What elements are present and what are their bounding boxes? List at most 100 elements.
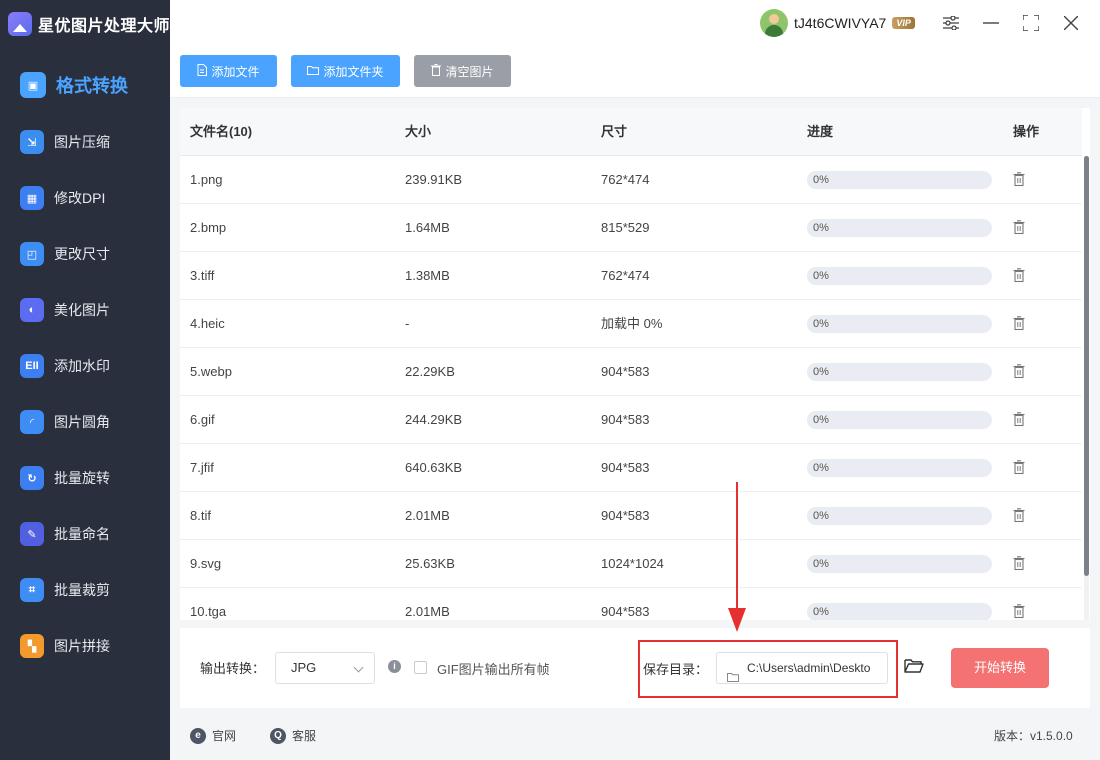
browse-folder-icon[interactable] bbox=[904, 658, 924, 677]
cell-dimensions: 904*583 bbox=[601, 604, 650, 619]
progress-text: 0% bbox=[813, 606, 829, 618]
add-folder-button[interactable]: 添加文件夹 bbox=[291, 55, 400, 87]
minimize-icon[interactable] bbox=[980, 12, 1002, 34]
title-bar: tJ4t6CWIVYA7 VIP bbox=[170, 0, 1100, 48]
sidebar-item-beautify[interactable]: ◐ 美化图片 bbox=[0, 282, 170, 338]
column-header-size: 大小 bbox=[405, 124, 432, 139]
maximize-icon[interactable] bbox=[1020, 12, 1042, 34]
sidebar-item-label: 格式转换 bbox=[56, 76, 128, 96]
folder-icon bbox=[307, 65, 320, 78]
delete-row-icon[interactable] bbox=[1013, 220, 1025, 235]
sidebar-nav: ▣ 格式转换 ⇲ 图片压缩 ▦ 修改DPI ◰ 更改尺寸 ◐ 美化图片 EII 添加水印 ◜ 图片圆角 ↻ 批… bbox=[0, 56, 170, 674]
progress-text: 0% bbox=[813, 318, 829, 330]
start-convert-button[interactable]: 开始转换 bbox=[951, 648, 1049, 688]
column-header-dimensions: 尺寸 bbox=[601, 124, 628, 139]
save-path-input[interactable]: C:\Users\admin\Deskto bbox=[716, 652, 888, 684]
gif-all-frames-checkbox[interactable] bbox=[414, 661, 427, 674]
cell-filename: 5.webp bbox=[190, 364, 232, 379]
sidebar-item-label: 图片圆角 bbox=[54, 414, 110, 430]
progress-bar: 0% bbox=[807, 507, 992, 525]
sidebar-item-label: 图片拼接 bbox=[54, 638, 110, 654]
table-row: 5.webp 22.29KB 904*583 0% bbox=[180, 348, 1082, 396]
version-text: 版本：v1.5.0.0 bbox=[994, 729, 1073, 743]
cell-size: - bbox=[405, 316, 410, 331]
progress-bar: 0% bbox=[807, 315, 992, 333]
sidebar-item-label: 美化图片 bbox=[54, 302, 110, 318]
sidebar-item-label: 批量旋转 bbox=[54, 470, 110, 486]
sidebar-item-label: 修改DPI bbox=[54, 190, 106, 206]
sidebar-item-compress[interactable]: ⇲ 图片压缩 bbox=[0, 114, 170, 170]
sidebar-item-rename[interactable]: ✎ 批量命名 bbox=[0, 506, 170, 562]
table-row: 10.tga 2.01MB 904*583 0% bbox=[180, 588, 1082, 620]
clear-images-button[interactable]: 清空图片 bbox=[414, 55, 511, 87]
delete-row-icon[interactable] bbox=[1013, 508, 1025, 523]
cell-size: 244.29KB bbox=[405, 412, 463, 427]
user-info[interactable]: tJ4t6CWIVYA7 VIP bbox=[760, 9, 915, 37]
table-row: 6.gif 244.29KB 904*583 0% bbox=[180, 396, 1082, 444]
add-folder-label: 添加文件夹 bbox=[323, 64, 384, 79]
compress-icon: ⇲ bbox=[20, 130, 44, 154]
delete-row-icon[interactable] bbox=[1013, 460, 1025, 475]
cell-dimensions: 762*474 bbox=[601, 268, 650, 283]
info-icon[interactable]: i bbox=[388, 660, 401, 673]
sidebar-item-crop[interactable]: ⌗ 批量裁剪 bbox=[0, 562, 170, 618]
progress-text: 0% bbox=[813, 510, 829, 522]
sidebar-item-label: 批量裁剪 bbox=[54, 582, 110, 598]
delete-row-icon[interactable] bbox=[1013, 268, 1025, 283]
output-format-value: JPG bbox=[291, 660, 317, 675]
sidebar-item-watermark[interactable]: EII 添加水印 bbox=[0, 338, 170, 394]
delete-row-icon[interactable] bbox=[1013, 412, 1025, 427]
add-file-label: 添加文件 bbox=[211, 64, 260, 79]
scrollbar-thumb[interactable] bbox=[1084, 156, 1089, 576]
file-icon bbox=[197, 63, 208, 79]
delete-row-icon[interactable] bbox=[1013, 316, 1025, 331]
progress-bar: 0% bbox=[807, 555, 992, 573]
add-file-button[interactable]: 添加文件 bbox=[180, 55, 277, 87]
progress-bar: 0% bbox=[807, 459, 992, 477]
cell-dimensions: 904*583 bbox=[601, 508, 650, 523]
output-settings-panel: 输出转换： JPG i GIF图片输出所有帧 保存目录： C:\Users\ad… bbox=[180, 628, 1090, 708]
vip-badge: VIP bbox=[892, 17, 915, 29]
app-logo-icon bbox=[8, 12, 32, 36]
support-label: 客服 bbox=[292, 729, 317, 743]
sidebar-item-round-corner[interactable]: ◜ 图片圆角 bbox=[0, 394, 170, 450]
sidebar-item-resize[interactable]: ◰ 更改尺寸 bbox=[0, 226, 170, 282]
cell-filename: 4.heic bbox=[190, 316, 225, 331]
output-format-select[interactable]: JPG bbox=[275, 652, 375, 684]
sidebar-item-rotate[interactable]: ↻ 批量旋转 bbox=[0, 450, 170, 506]
app-title: 星优图片处理大师 bbox=[38, 18, 171, 35]
close-icon[interactable] bbox=[1060, 12, 1082, 34]
cell-dimensions: 904*583 bbox=[601, 364, 650, 379]
delete-row-icon[interactable] bbox=[1013, 556, 1025, 571]
delete-row-icon[interactable] bbox=[1013, 604, 1025, 619]
toolbar: 添加文件 添加文件夹 清空图片 bbox=[170, 48, 1100, 98]
cell-dimensions: 904*583 bbox=[601, 412, 650, 427]
progress-text: 0% bbox=[813, 462, 829, 474]
beautify-icon: ◐ bbox=[20, 298, 44, 322]
progress-bar: 0% bbox=[807, 267, 992, 285]
sidebar-item-dpi[interactable]: ▦ 修改DPI bbox=[0, 170, 170, 226]
rename-icon: ✎ bbox=[20, 522, 44, 546]
sidebar-item-image-convert[interactable]: ▣ 格式转换 bbox=[0, 56, 170, 114]
table-scrollbar[interactable] bbox=[1084, 156, 1089, 620]
support-link[interactable]: Q 客服 bbox=[270, 727, 316, 744]
website-link[interactable]: e 官网 bbox=[190, 727, 236, 744]
settings-sliders-icon[interactable] bbox=[940, 12, 962, 34]
delete-row-icon[interactable] bbox=[1013, 172, 1025, 187]
column-header-action: 操作 bbox=[1013, 124, 1040, 139]
avatar[interactable] bbox=[760, 9, 788, 37]
sidebar-item-stitch[interactable]: ▚ 图片拼接 bbox=[0, 618, 170, 674]
cell-filename: 10.tga bbox=[190, 604, 227, 619]
delete-row-icon[interactable] bbox=[1013, 364, 1025, 379]
cell-size: 1.38MB bbox=[405, 268, 450, 283]
table-row: 4.heic - 加载中 0% 0% bbox=[180, 300, 1082, 348]
sidebar-item-label: 批量命名 bbox=[54, 526, 110, 542]
cell-size: 239.91KB bbox=[405, 172, 463, 187]
chevron-down-icon bbox=[353, 662, 364, 673]
annotation-arrow bbox=[728, 482, 746, 632]
cell-filename: 7.jfif bbox=[190, 460, 214, 475]
progress-text: 0% bbox=[813, 270, 829, 282]
cell-dimensions: 1024*1024 bbox=[601, 556, 664, 571]
cell-filename: 9.svg bbox=[190, 556, 222, 571]
image-convert-icon: ▣ bbox=[20, 72, 46, 98]
